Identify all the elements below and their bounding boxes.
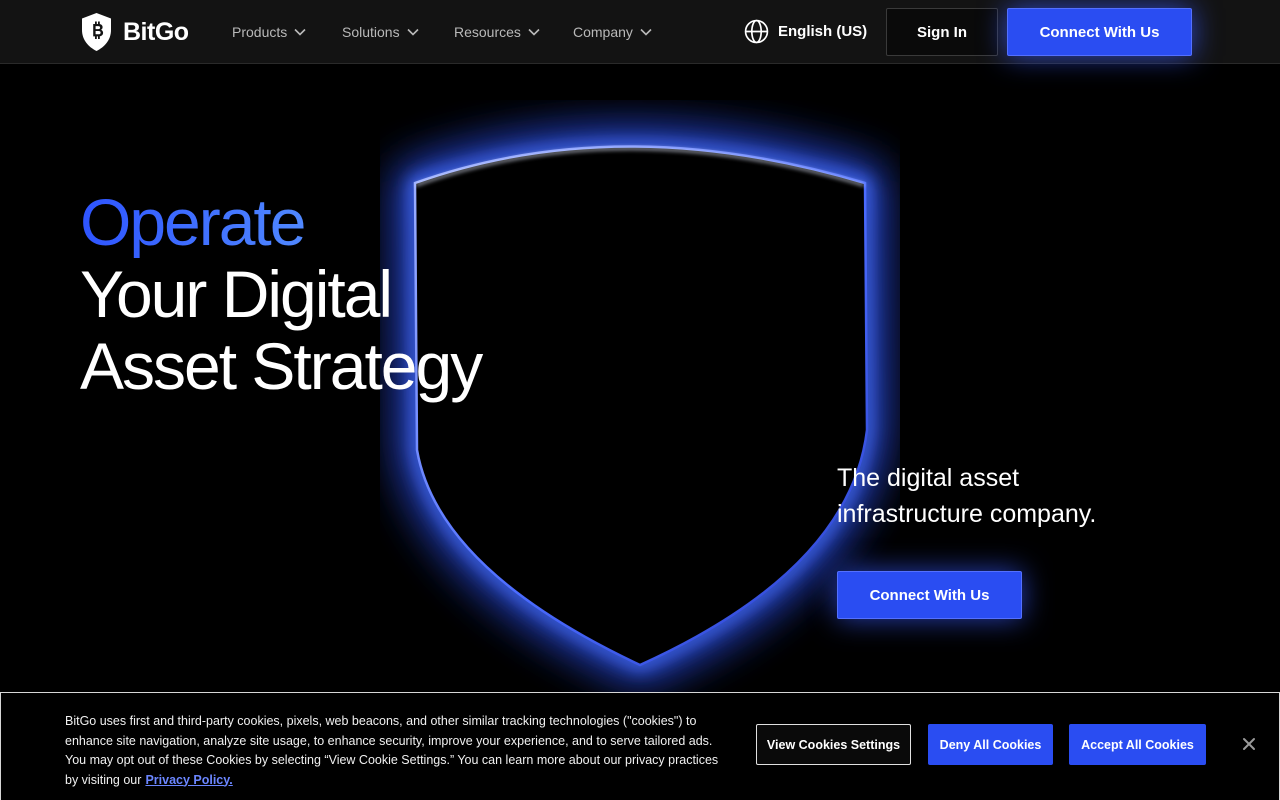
cookie-banner: BitGo uses first and third-party cookies…: [0, 692, 1280, 800]
site-header: BitGo Products Solutions Resources Compa…: [0, 0, 1280, 64]
privacy-policy-link[interactable]: Privacy Policy.: [145, 773, 232, 787]
chevron-down-icon: [294, 28, 306, 36]
view-cookie-settings-button[interactable]: View Cookies Settings: [756, 724, 911, 765]
cookie-close-button[interactable]: [1238, 733, 1260, 755]
page: BitGo Products Solutions Resources Compa…: [0, 0, 1280, 800]
close-icon: [1243, 738, 1255, 750]
nav-solutions[interactable]: Solutions: [342, 0, 419, 64]
connect-with-us-header-button[interactable]: Connect With Us: [1007, 8, 1192, 56]
bitcoin-shield-icon: [82, 13, 111, 51]
chevron-down-icon: [407, 28, 419, 36]
language-label: English (US): [778, 23, 868, 40]
chevron-down-icon: [640, 28, 652, 36]
deny-all-cookies-button[interactable]: Deny All Cookies: [928, 724, 1053, 765]
connect-with-us-hero-button[interactable]: Connect With Us: [837, 571, 1022, 619]
tagline-line-1: The digital asset: [837, 464, 1020, 492]
nav-products-label: Products: [232, 24, 288, 40]
headline-accent: Operate: [80, 186, 481, 258]
hero-tagline: The digital asset infrastructure company…: [837, 460, 1096, 532]
headline-line-3: Asset Strategy: [80, 329, 483, 403]
tagline-line-2: infrastructure company.: [837, 500, 1097, 528]
chevron-down-icon: [528, 28, 540, 36]
headline-line-2: Your Digital: [80, 257, 393, 331]
nav-company-label: Company: [573, 24, 633, 40]
sign-in-button[interactable]: Sign In: [886, 8, 998, 56]
nav-company[interactable]: Company: [573, 0, 652, 64]
nav-products[interactable]: Products: [232, 0, 306, 64]
hero-headline: Operate Your Digital Asset Strategy: [80, 186, 483, 403]
cookie-text: BitGo uses first and third-party cookies…: [65, 712, 725, 790]
nav-resources[interactable]: Resources: [454, 0, 540, 64]
nav-resources-label: Resources: [454, 24, 521, 40]
logo-text: BitGo: [123, 17, 189, 46]
language-selector[interactable]: English (US): [744, 19, 867, 44]
bitgo-logo[interactable]: BitGo: [80, 12, 189, 52]
globe-icon: [744, 19, 769, 44]
nav-solutions-label: Solutions: [342, 24, 400, 40]
accept-all-cookies-button[interactable]: Accept All Cookies: [1069, 724, 1206, 765]
